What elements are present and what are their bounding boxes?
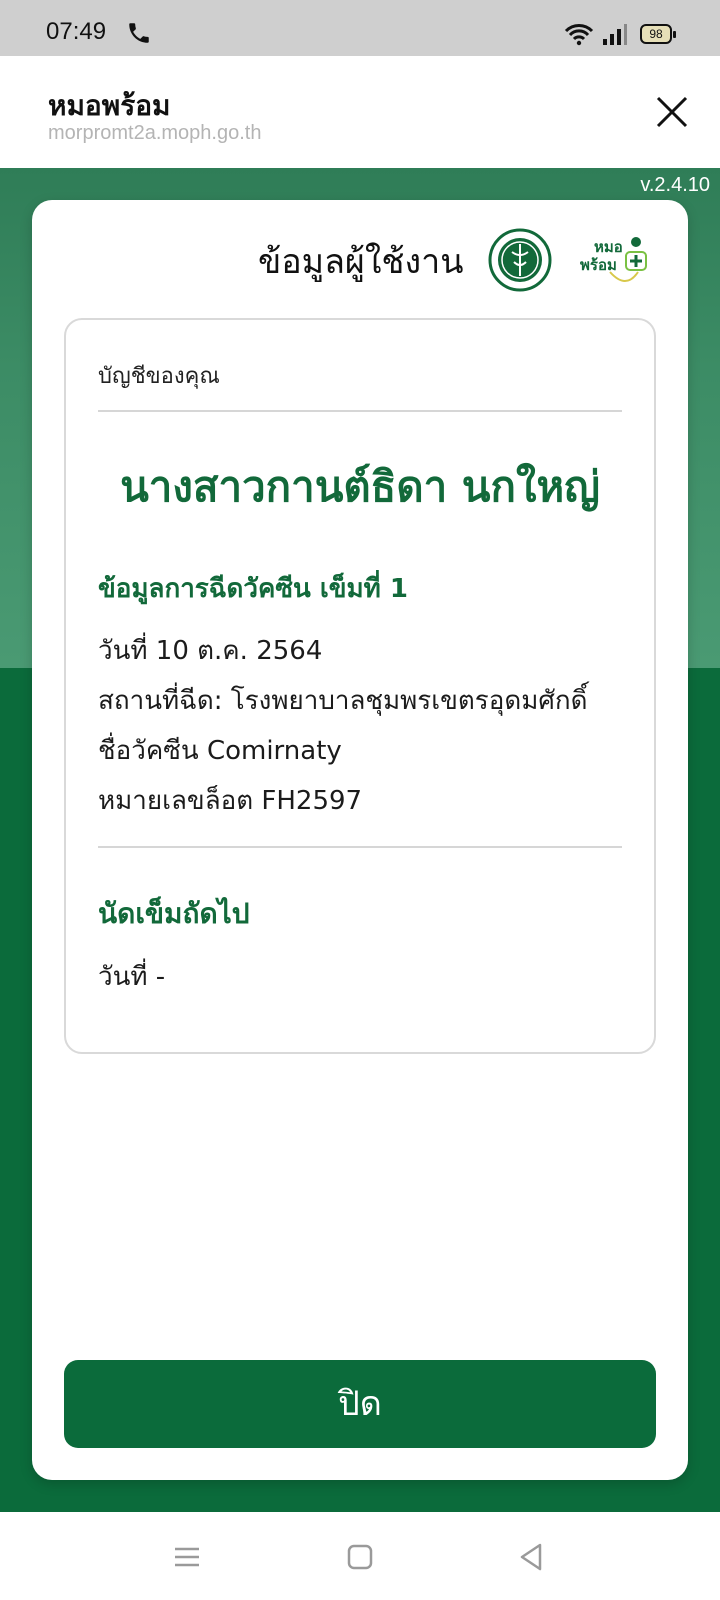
user-name: นางสาวกานต์ธิดา นกใหญ่ — [120, 462, 600, 511]
battery-indicator: 98 — [640, 24, 676, 44]
site-url: morpromt2a.moph.go.th — [48, 122, 262, 144]
browser-header: หมอพร้อม morpromt2a.moph.go.th — [0, 56, 720, 168]
home-icon[interactable] — [343, 1540, 377, 1574]
status-time: 07:49 — [46, 18, 107, 45]
morprom-logo: หมอ พร้อม — [580, 237, 647, 282]
modal-title: ข้อมูลผู้ใช้งาน — [258, 242, 464, 282]
dose-heading: ข้อมูลการฉีดวัคซีน เข็มที่ 1 — [98, 574, 408, 604]
wifi-icon — [564, 24, 594, 46]
morprom-logo-line2: พร้อม — [580, 256, 617, 274]
signal-icon — [603, 24, 627, 45]
user-info-modal: ข้อมูลผู้ใช้งาน หมอ พร้อม บัญชีของคุณ นา… — [32, 200, 688, 1480]
status-bar: 07:49 98 — [0, 0, 720, 56]
app-version: v.2.4.10 — [640, 174, 710, 196]
menu-icon[interactable] — [170, 1540, 204, 1574]
info-card: บัญชีของคุณ นางสาวกานต์ธิดา นกใหญ่ ข้อมู… — [64, 318, 656, 1054]
back-icon[interactable] — [514, 1540, 548, 1574]
morprom-logo-line1: หมอ — [594, 238, 623, 256]
divider — [98, 410, 622, 412]
vaccine-name: ชื่อวัคซีน Comirnaty — [98, 736, 342, 766]
vaccination-place: สถานที่ฉีด: โรงพยาบาลชุมพรเขตรอุดมศักดิ์ — [98, 686, 588, 716]
moph-seal-logo — [488, 228, 552, 292]
close-button[interactable]: ปิด — [64, 1360, 656, 1448]
next-dose-date: วันที่ - — [98, 962, 166, 992]
lot-number: หมายเลขล็อต FH2597 — [98, 786, 363, 816]
account-label: บัญชีของคุณ — [98, 364, 220, 389]
vaccination-date: วันที่ 10 ต.ค. 2564 — [98, 636, 323, 666]
system-nav-bar — [0, 1512, 720, 1600]
divider — [98, 846, 622, 848]
next-dose-heading: นัดเข็มถัดไป — [98, 897, 250, 930]
phone-icon — [129, 23, 149, 43]
close-icon[interactable] — [652, 92, 692, 132]
